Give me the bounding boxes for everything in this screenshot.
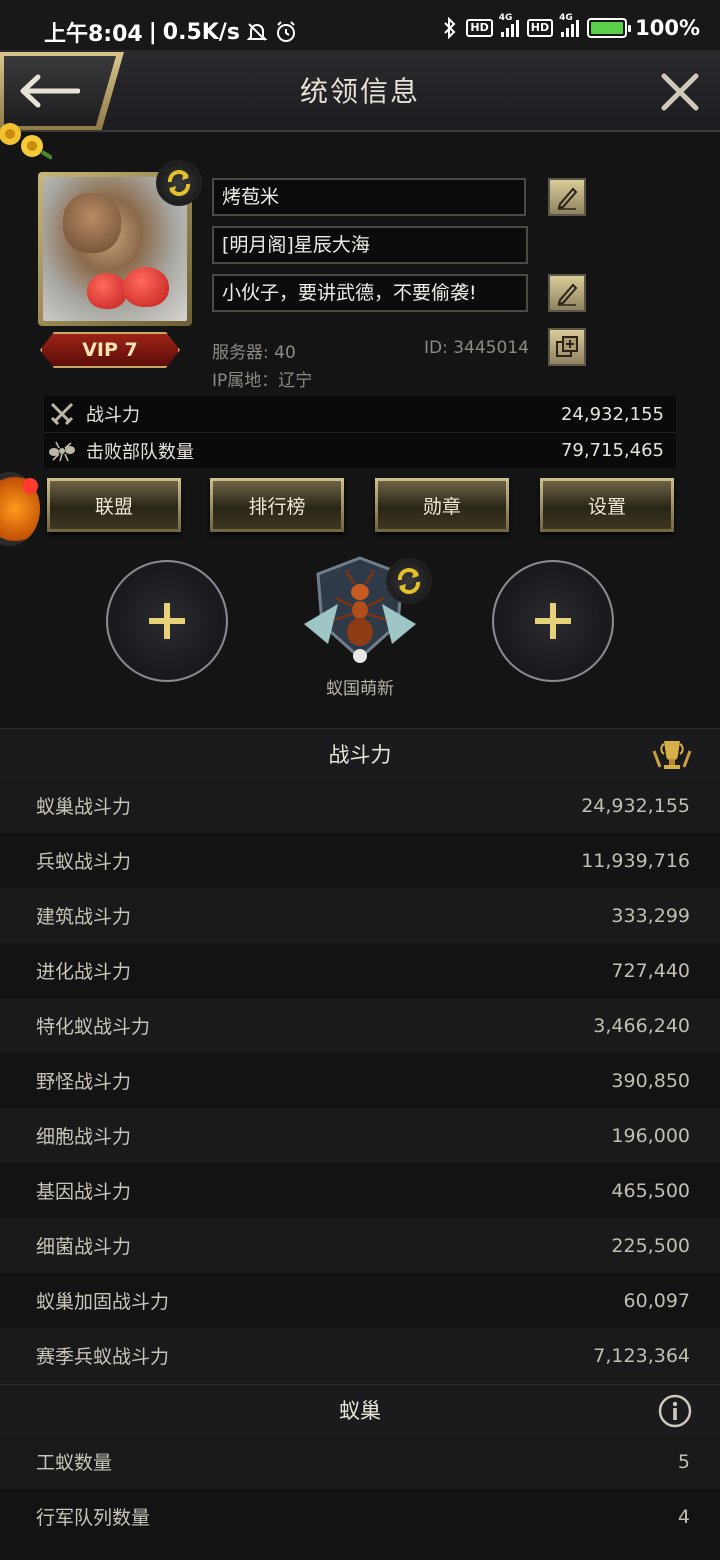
power-row-value: 3,466,240: [593, 1014, 690, 1037]
nest-info-button[interactable]: [658, 1394, 692, 1433]
server-label: 服务器: 40: [212, 343, 296, 363]
flower-decoration-icon: [0, 123, 52, 160]
power-row-label: 蚁巢战斗力: [36, 796, 132, 818]
battery-icon: [587, 18, 632, 38]
power-row-label: 赛季兵蚁战斗力: [36, 1346, 170, 1368]
battery-percent: 100%: [635, 16, 700, 40]
power-row-label: 特化蚁战斗力: [36, 1016, 151, 1038]
power-row: 建筑战斗力 333,299: [0, 888, 720, 943]
power-row-label: 建筑战斗力: [36, 906, 132, 928]
nest-section-title: 蚁巢: [339, 1399, 381, 1423]
plus-icon: [149, 603, 185, 639]
bluetooth-icon: [444, 17, 456, 39]
power-row-label: 细胞战斗力: [36, 1126, 132, 1148]
power-rank-button[interactable]: [652, 737, 692, 778]
power-row-label: 进化战斗力: [36, 961, 132, 983]
power-row-label: 蚁巢加固战斗力: [36, 1291, 170, 1313]
power-row: 蚁巢战斗力 24,932,155: [0, 778, 720, 833]
header-bar: 统领信息: [0, 50, 720, 132]
emblem-title: 蚁国萌新: [326, 679, 394, 699]
player-name-field: 烤苞米: [212, 178, 526, 216]
nest-row: 行军队列数量 4: [0, 1489, 720, 1544]
alliance-button[interactable]: 联盟: [47, 478, 181, 532]
power-row: 细胞战斗力 196,000: [0, 1108, 720, 1163]
power-row: 蚁巢加固战斗力 60,097: [0, 1273, 720, 1328]
power-row-label: 兵蚁战斗力: [36, 851, 132, 873]
ip-location-label: IP属地：辽宁: [212, 371, 313, 391]
add-slot-right-button[interactable]: [492, 560, 614, 682]
power-row-label: 细菌战斗力: [36, 1236, 132, 1258]
hd-badge: HD: [466, 19, 493, 37]
power-row-label: 基因战斗力: [36, 1181, 132, 1203]
pen-icon: [557, 187, 578, 210]
power-row-value: 11,939,716: [581, 849, 690, 872]
power-row-label: 野怪战斗力: [36, 1071, 132, 1093]
power-row: 特化蚁战斗力 3,466,240: [0, 998, 720, 1053]
power-row-value: 7,123,364: [593, 1344, 690, 1367]
nest-row-value: 4: [677, 1505, 690, 1528]
copy-id-button[interactable]: [548, 328, 586, 366]
summary-power-row: 战斗力 24,932,155: [44, 396, 676, 432]
edit-signature-button[interactable]: [548, 274, 586, 312]
power-row-value: 225,500: [611, 1234, 690, 1257]
power-row-value: 727,440: [611, 959, 690, 982]
ranking-button[interactable]: 排行榜: [210, 478, 344, 532]
summary-kills-row: 击败部队数量 79,715,465: [44, 432, 676, 468]
copy-icon: [556, 336, 578, 357]
signal-icon: 4G: [499, 13, 519, 37]
plus-icon: [535, 603, 571, 639]
clock: 上午8:04: [44, 22, 143, 47]
power-row: 赛季兵蚁战斗力 7,123,364: [0, 1328, 720, 1383]
power-row: 兵蚁战斗力 11,939,716: [0, 833, 720, 888]
vip-badge[interactable]: VIP 7: [40, 332, 180, 368]
medal-button[interactable]: 勋章: [375, 478, 509, 532]
crossed-swords-icon: [50, 402, 74, 426]
power-row: 基因战斗力 465,500: [0, 1163, 720, 1218]
hd-badge-2: HD: [526, 19, 554, 37]
power-section-title: 战斗力: [328, 743, 392, 767]
signature-field: 小伙子，要讲武德，不要偷袭!: [212, 274, 528, 312]
power-row: 细菌战斗力 225,500: [0, 1218, 720, 1273]
network-speed: 0.5K/s: [162, 19, 240, 45]
change-avatar-button[interactable]: [156, 160, 202, 206]
trophy-icon: [652, 741, 692, 769]
info-icon: [658, 1394, 692, 1428]
nest-row-label: 行军队列数量: [36, 1507, 151, 1529]
player-id-label: ID: 3445014: [424, 338, 529, 358]
summary-kills-value: 79,715,465: [560, 440, 664, 461]
close-icon: [661, 73, 699, 111]
power-section-header: 战斗力: [0, 728, 720, 780]
power-row-value: 390,850: [611, 1069, 690, 1092]
summary-power-value: 24,932,155: [560, 403, 664, 425]
refresh-icon: [397, 568, 421, 594]
nest-row-label: 工蚁数量: [36, 1452, 113, 1474]
change-emblem-button[interactable]: [386, 558, 432, 604]
power-row-value: 333,299: [611, 904, 690, 927]
summary-kills-label: 击败部队数量: [86, 441, 194, 463]
power-row-value: 24,932,155: [581, 794, 690, 817]
settings-button[interactable]: 设置: [540, 478, 674, 532]
power-row-value: 465,500: [611, 1179, 690, 1202]
power-row-value: 60,097: [623, 1289, 690, 1312]
ant-icon: [49, 441, 75, 461]
power-row: 野怪战斗力 390,850: [0, 1053, 720, 1108]
signal-icon-2: 4G: [559, 13, 580, 37]
floating-assistant-button[interactable]: [0, 472, 40, 546]
nest-row: 工蚁数量 5: [0, 1434, 720, 1489]
refresh-icon: [167, 170, 191, 196]
alliance-field: [明月阁]星辰大海: [212, 226, 528, 264]
alarm-icon: [276, 21, 295, 42]
mute-bell-icon: [246, 23, 268, 41]
edit-name-button[interactable]: [548, 178, 586, 216]
close-button[interactable]: [658, 70, 702, 114]
power-row-value: 196,000: [611, 1124, 690, 1147]
page-title: 统领信息: [299, 75, 420, 108]
notification-dot: [22, 478, 38, 494]
pen-icon: [557, 283, 578, 306]
summary-power-label: 战斗力: [86, 405, 140, 426]
add-slot-left-button[interactable]: [106, 560, 228, 682]
nest-section-header: 蚁巢: [0, 1384, 720, 1436]
nest-row-value: 5: [677, 1450, 690, 1473]
power-row: 进化战斗力 727,440: [0, 943, 720, 998]
